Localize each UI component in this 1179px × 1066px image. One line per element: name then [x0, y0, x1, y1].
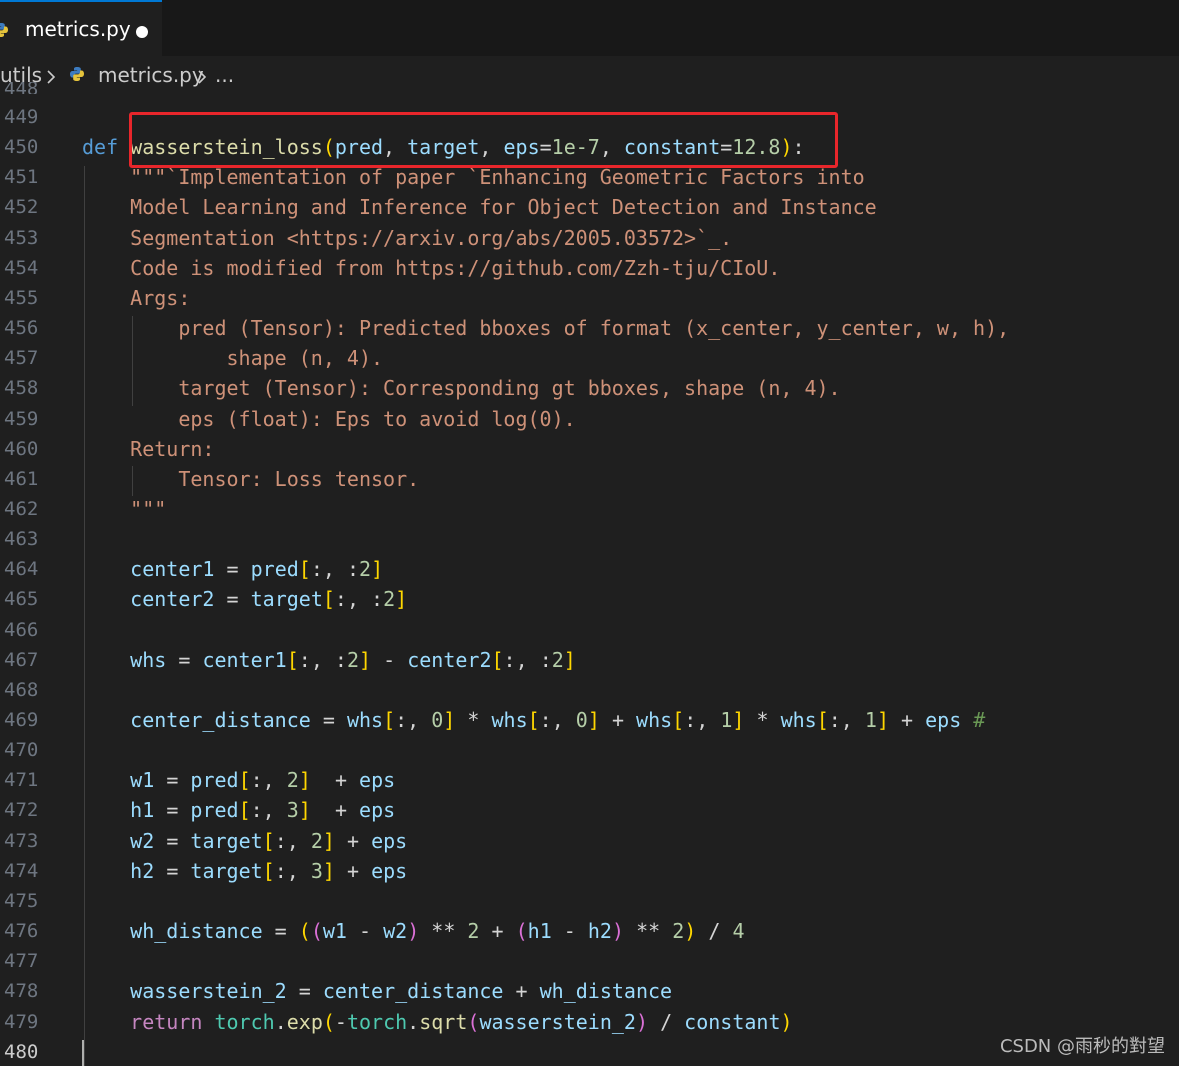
code-text: Args:: [82, 285, 191, 310]
line-number: 465: [4, 588, 39, 611]
code-line[interactable]: 476 wh_distance = ((w1 - w2) ** 2 + (h1 …: [0, 916, 1179, 946]
code-line[interactable]: 474 h2 = target[:, 3] + eps: [0, 856, 1179, 886]
line-number: 461: [4, 467, 39, 490]
code-text: Return:: [82, 436, 215, 461]
line-number: 477: [4, 950, 39, 973]
code-line[interactable]: 464 center1 = pred[:, :2]: [0, 554, 1179, 584]
line-number: 453: [4, 226, 39, 249]
code-line[interactable]: 472 h1 = pred[:, 3] + eps: [0, 795, 1179, 825]
breadcrumb: utils metrics.py ...: [0, 56, 1179, 94]
line-number: 449: [4, 106, 39, 128]
code-text: Segmentation <https://arxiv.org/abs/2005…: [82, 225, 733, 250]
line-number: 474: [4, 859, 39, 882]
code-text: wasserstein_2 = center_distance + wh_dis…: [130, 979, 673, 1004]
code-line[interactable]: 473 w2 = target[:, 2] + eps: [0, 826, 1179, 856]
line-number: 470: [4, 739, 39, 762]
line-number: 471: [4, 769, 39, 792]
code-line[interactable]: 466: [0, 615, 1179, 645]
code-text: h2 = target[:, 3] + eps: [130, 858, 408, 883]
code-text: target (Tensor): Corresponding gt bboxes…: [82, 376, 841, 401]
line-number: 475: [4, 889, 39, 912]
line-number: 456: [4, 317, 39, 340]
code-line[interactable]: 469 center_distance = whs[:, 0] * whs[:,…: [0, 705, 1179, 735]
chevron-right-icon: [198, 70, 207, 84]
line-number: 460: [4, 437, 39, 460]
code-line[interactable]: 465 center2 = target[:, :2]: [0, 584, 1179, 614]
breadcrumb-more[interactable]: ...: [215, 63, 234, 87]
code-editor[interactable]: 449 450 def wasserstein_loss(pred, target,…: [0, 94, 1179, 1066]
line-number: 468: [4, 678, 39, 701]
line-number: 448: [4, 82, 39, 94]
code-line[interactable]: 454 Code is modified from https://github…: [0, 253, 1179, 283]
watermark: CSDN @雨秒的對望: [999, 1036, 1165, 1057]
line-number: 458: [4, 377, 39, 400]
line-number: 452: [4, 196, 39, 219]
code-text: return torch.exp(-torch.sqrt(wasserstein…: [130, 1009, 793, 1034]
code-line[interactable]: 453 Segmentation <https://arxiv.org/abs/…: [0, 223, 1179, 253]
code-line[interactable]: 470: [0, 735, 1179, 765]
code-line[interactable]: 455 Args:: [0, 283, 1179, 313]
code-text: w2 = target[:, 2] + eps: [130, 828, 408, 853]
tab-title: metrics.py: [25, 17, 131, 41]
code-text: center_distance = whs[:, 0] * whs[:, 0] …: [130, 708, 986, 732]
code-line[interactable]: 461 Tensor: Loss tensor.: [0, 464, 1179, 494]
tab-bar: metrics.py: [0, 0, 1179, 56]
line-number: 469: [4, 709, 39, 731]
code-text: Code is modified from https://github.com…: [82, 255, 781, 280]
line-number: 464: [4, 558, 39, 581]
code-text: pred (Tensor): Predicted bboxes of forma…: [82, 316, 1010, 341]
code-line[interactable]: 457 shape (n, 4).: [0, 343, 1179, 373]
line-number: 478: [4, 980, 39, 1003]
code-text: """: [82, 496, 167, 521]
chevron-right-icon: [47, 70, 56, 84]
code-text: eps (float): Eps to avoid log(0).: [82, 406, 576, 431]
python-icon: [70, 67, 84, 81]
line-number: 473: [4, 829, 39, 852]
code-text: wh_distance = ((w1 - w2) ** 2 + (h1 - h2…: [130, 919, 745, 944]
line-number: 451: [4, 166, 39, 189]
line-number: 466: [4, 618, 39, 641]
line-number: 455: [4, 286, 39, 309]
code-line[interactable]: 459 eps (float): Eps to avoid log(0).: [0, 404, 1179, 434]
line-number: 463: [4, 528, 39, 551]
code-line[interactable]: 452 Model Learning and Inference for Obj…: [0, 192, 1179, 222]
line-number: 472: [4, 799, 39, 822]
code-text: Tensor: Loss tensor.: [82, 466, 420, 491]
text-cursor: [82, 1040, 84, 1066]
code-line[interactable]: 478 wasserstein_2 = center_distance + wh…: [0, 976, 1179, 1006]
code-line[interactable]: 463: [0, 524, 1179, 554]
code-text: Model Learning and Inference for Object …: [82, 195, 877, 220]
code-text: h1 = pred[:, 3] + eps: [130, 798, 396, 823]
code-text: whs = center1[:, :2] - center2[:, :2]: [130, 647, 576, 672]
tab-metrics-py[interactable]: metrics.py: [0, 0, 162, 56]
code-text: center1 = pred[:, :2]: [130, 557, 384, 582]
line-number: 480: [4, 1040, 39, 1063]
code-text: shape (n, 4).: [82, 346, 384, 371]
annotation-highlight-box: [129, 112, 838, 168]
line-number: 457: [4, 347, 39, 370]
line-number: 454: [4, 256, 39, 279]
code-line[interactable]: 458 target (Tensor): Corresponding gt bb…: [0, 373, 1179, 403]
line-number: 467: [4, 648, 39, 671]
code-line[interactable]: 475: [0, 886, 1179, 916]
code-line[interactable]: 471 w1 = pred[:, 2] + eps: [0, 765, 1179, 795]
code-line[interactable]: 462 """: [0, 494, 1179, 524]
code-text: w1 = pred[:, 2] + eps: [130, 768, 396, 793]
editor-window: metrics.py utils metrics.py ... 449 450 de…: [0, 0, 1179, 1066]
code-line[interactable]: 460 Return:: [0, 434, 1179, 464]
code-line[interactable]: 467 whs = center1[:, :2] - center2[:, :2…: [0, 645, 1179, 675]
line-number: 459: [4, 407, 39, 430]
line-number: 476: [4, 920, 39, 943]
line-number: 479: [4, 1010, 39, 1033]
code-line[interactable]: 468: [0, 675, 1179, 705]
line-number: 462: [4, 497, 39, 520]
code-line[interactable]: 456 pred (Tensor): Predicted bboxes of f…: [0, 313, 1179, 343]
line-number: 450: [4, 136, 39, 159]
code-line[interactable]: 477: [0, 946, 1179, 976]
unsaved-dot-icon[interactable]: [136, 26, 148, 38]
python-icon: [0, 23, 8, 37]
code-text: center2 = target[:, :2]: [130, 587, 408, 612]
breadcrumb-file-metrics[interactable]: metrics.py: [98, 63, 204, 87]
